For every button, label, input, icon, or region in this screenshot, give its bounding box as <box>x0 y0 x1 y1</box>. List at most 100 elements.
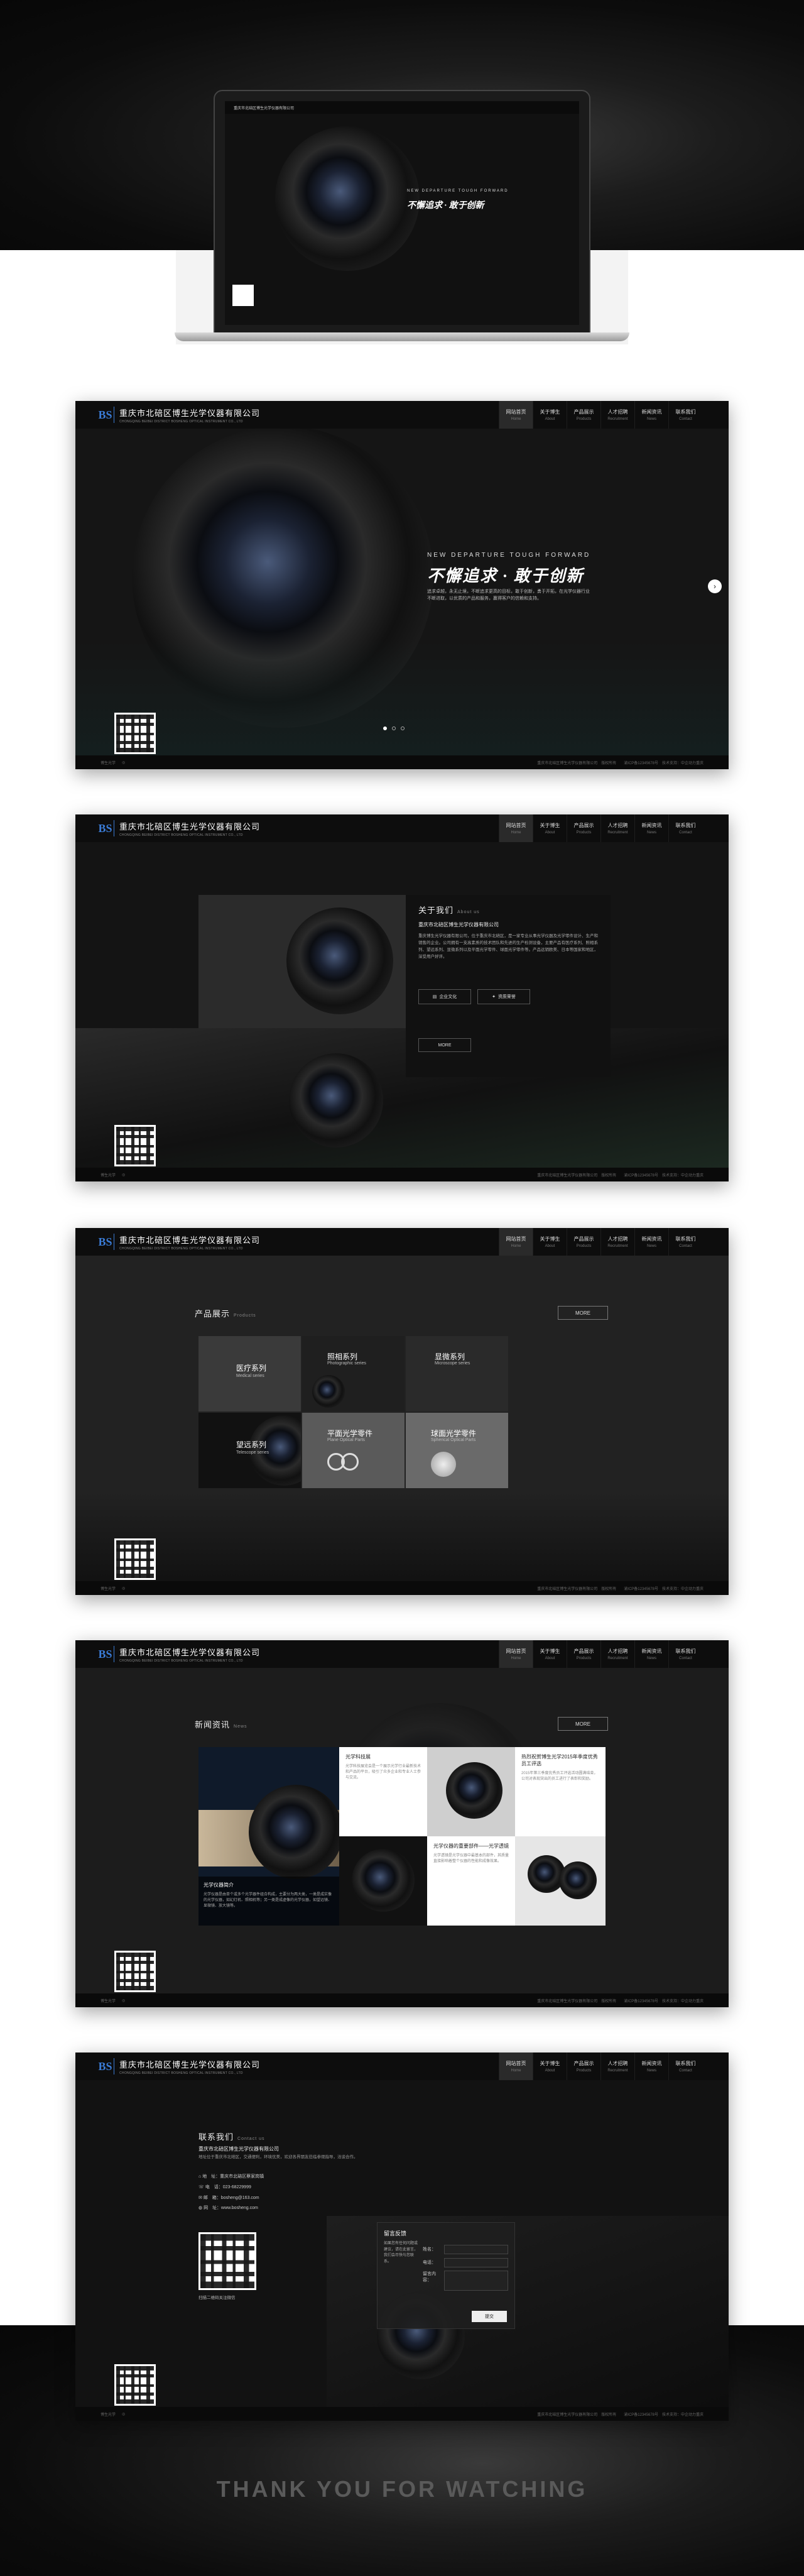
nav-contact[interactable]: 联系我们 Contact <box>668 1228 702 1256</box>
news-item[interactable]: 光学科技展 光学科技展览会是一个展示光学行业最新技术和产品的平台，吸引了众多企业… <box>339 1747 427 1836</box>
hero-bottom-shade <box>75 640 729 769</box>
nav-label-en: Contact <box>679 831 692 835</box>
nav-label: 新闻资讯 <box>641 409 662 415</box>
wechat-icon[interactable]: ◎ <box>122 1173 125 1177</box>
nav-news[interactable]: 新闻资讯 News <box>634 1640 668 1668</box>
phone-input[interactable] <box>444 2257 508 2267</box>
laptop-hero-slogan: 不懈追求 · 敢于创新 <box>407 201 484 211</box>
nav-label-en: Recruitment <box>607 831 628 835</box>
nav-news[interactable]: 新闻资讯 News <box>634 1228 668 1256</box>
nav-recruitment[interactable]: 人才招聘 Recruitment <box>600 1640 634 1668</box>
footer-left: 博生光学 <box>100 1587 116 1591</box>
site-header: BS 重庆市北碚区博生光学仪器有限公司 CHONGQING BEIBEI DIS… <box>75 1228 729 1256</box>
laptop-hero-tagline: NEW DEPARTURE TOUGH FORWARD <box>407 189 509 193</box>
nav-contact[interactable]: 联系我们 Contact <box>668 401 702 429</box>
news-section: BS 重庆市北碚区博生光学仪器有限公司 CHONGQING BEIBEI DIS… <box>75 1640 729 2007</box>
site-header: BS 重庆市北碚区博生光学仪器有限公司 CHONGQING BEIBEI DIS… <box>75 1640 729 1668</box>
name-input[interactable] <box>444 2244 508 2254</box>
news-image-binoculars <box>515 1836 606 1926</box>
news-item-text: 光学科技展览会是一个展示光学行业最新技术和产品的平台，吸引了众多企业和专业人士参… <box>345 1765 421 1780</box>
nav-recruitment[interactable]: 人才招聘 Recruitment <box>600 401 634 429</box>
slider-dot[interactable] <box>401 726 405 730</box>
nav-label: 产品展示 <box>573 2061 594 2066</box>
culture-button-label: 企业文化 <box>439 995 457 999</box>
site-footer: 博生光学 ◎ 重庆市北碚区博生光学仪器有限公司 版权所有 渝ICP备123456… <box>75 1581 729 1595</box>
nav-contact[interactable]: 联系我们 Contact <box>668 1640 702 1668</box>
nav-home[interactable]: 网站首页 Home <box>499 401 533 429</box>
nav-news[interactable]: 新闻资讯 News <box>634 401 668 429</box>
hero-tagline: NEW DEPARTURE TOUGH FORWARD <box>427 552 591 559</box>
nav-contact[interactable]: 联系我们 Contact <box>668 2053 702 2080</box>
news-more-button[interactable]: MORE <box>558 1717 608 1731</box>
about-more-button[interactable]: MORE <box>418 1038 471 1052</box>
nav-recruitment[interactable]: 人才招聘 Recruitment <box>600 814 634 842</box>
presentation-page: 重庆市北碚区博生光学仪器有限公司 NEW DEPARTURE TOUGH FOR… <box>0 0 804 2576</box>
nav-products[interactable]: 产品展示 Products <box>567 1640 600 1668</box>
nav-label-en: Contact <box>679 1244 692 1248</box>
nav-news[interactable]: 新闻资讯 News <box>634 2053 668 2080</box>
nav-home[interactable]: 网站首页 Home <box>499 2053 533 2080</box>
product-medical[interactable]: 医疗系列 Medical series <box>198 1336 301 1411</box>
nav-home[interactable]: 网站首页 Home <box>499 1228 533 1256</box>
honor-button[interactable]: ✦ 资质荣誉 <box>477 989 530 1004</box>
nav-label-en: Home <box>511 2069 521 2073</box>
products-section: BS 重庆市北碚区博生光学仪器有限公司 CHONGQING BEIBEI DIS… <box>75 1228 729 1595</box>
product-title: 平面光学零件 <box>327 1429 373 1438</box>
nav-label: 网站首页 <box>506 1236 526 1242</box>
wechat-icon[interactable]: ◎ <box>122 1586 125 1591</box>
nav-about[interactable]: 关于博生 About <box>533 814 567 842</box>
slider-dot[interactable] <box>392 726 396 730</box>
nav-products[interactable]: 产品展示 Products <box>567 401 600 429</box>
nav-label-en: Home <box>511 1244 521 1248</box>
contact-address: ⌂ 地 址：重庆市北碚区蔡家岗镇 <box>198 2172 264 2183</box>
nav-about[interactable]: 关于博生 About <box>533 1228 567 1256</box>
contact-info: ⌂ 地 址：重庆市北碚区蔡家岗镇 ☏ 电 话：023-68229999 ✉ 邮 … <box>198 2172 264 2214</box>
nav-home[interactable]: 网站首页 Home <box>499 1640 533 1668</box>
product-photographic[interactable]: 照相系列 Photographic series <box>302 1336 405 1411</box>
nav-label-en: Recruitment <box>607 1244 628 1248</box>
company-name: 重庆市北碚区博生光学仪器有限公司 <box>119 408 261 418</box>
product-microscope[interactable]: 显微系列 Microscope series <box>406 1336 508 1411</box>
nav-about[interactable]: 关于博生 About <box>533 401 567 429</box>
slider-dot-active[interactable] <box>383 726 387 730</box>
nav-home[interactable]: 网站首页 Home <box>499 814 533 842</box>
laptop-frame: 重庆市北碚区博生光学仪器有限公司 NEW DEPARTURE TOUGH FOR… <box>214 90 590 334</box>
product-plane-optical[interactable]: 平面光学零件 Plane Optical Parts <box>302 1413 405 1488</box>
news-item[interactable]: 光学仪器的重要部件——光学透镜 光学透镜是光学仪器中最基本的部件，其质量直接影响… <box>427 1836 515 1926</box>
nav-label: 关于博生 <box>540 2061 560 2066</box>
nav-news[interactable]: 新闻资讯 News <box>634 814 668 842</box>
nav-label-en: Contact <box>679 1657 692 1660</box>
nav-about[interactable]: 关于博生 About <box>533 1640 567 1668</box>
laptop-screen: 重庆市北碚区博生光学仪器有限公司 NEW DEPARTURE TOUGH FOR… <box>225 101 579 325</box>
slider-next-arrow-icon[interactable]: › <box>708 579 722 593</box>
nav-recruitment[interactable]: 人才招聘 Recruitment <box>600 1228 634 1256</box>
site-header: BS 重庆市北碚区博生光学仪器有限公司 CHONGQING BEIBEI DIS… <box>75 814 729 842</box>
wechat-icon[interactable]: ◎ <box>122 2412 125 2416</box>
news-item[interactable]: 热烈祝贺博生光学2015年季度优秀员工评选 2015年第三季度优秀员工评选活动圆… <box>515 1747 606 1836</box>
nav-label-en: About <box>545 831 555 835</box>
message-input[interactable] <box>444 2271 508 2291</box>
submit-button[interactable]: 提交 <box>472 2311 507 2322</box>
product-subtitle: Telescope series <box>236 1450 269 1455</box>
wechat-icon[interactable]: ◎ <box>122 1998 125 2003</box>
product-telescope[interactable]: 望远系列 Telescope series <box>198 1413 301 1488</box>
nav-recruitment[interactable]: 人才招聘 Recruitment <box>600 2053 634 2080</box>
product-title: 照相系列 <box>327 1352 358 1361</box>
products-title: 产品展示 Products <box>195 1307 256 1319</box>
nav-contact[interactable]: 联系我们 Contact <box>668 814 702 842</box>
news-title: 新闻资讯 News <box>195 1718 247 1730</box>
laptop-screen-header: 重庆市北碚区博生光学仪器有限公司 <box>225 101 579 114</box>
nav-about[interactable]: 关于博生 About <box>533 2053 567 2080</box>
about-title: 关于我们 About us <box>418 904 480 916</box>
news-feature[interactable]: 光学仪器简介 光学仪器是由单个或多个光学器件组合构成，主要分为两大类，一类是成实… <box>198 1747 339 1926</box>
products-more-button[interactable]: MORE <box>558 1306 608 1320</box>
company-logo-icon: BS <box>98 1234 114 1250</box>
wechat-icon[interactable]: ◎ <box>122 760 125 765</box>
nav-products[interactable]: 产品展示 Products <box>567 1228 600 1256</box>
nav-products[interactable]: 产品展示 Products <box>567 2053 600 2080</box>
product-spherical-optical[interactable]: 球面光学零件 Spherical Optical Parts <box>406 1413 508 1488</box>
phone-row: 电话： <box>423 2257 508 2267</box>
culture-button[interactable]: ▤ 企业文化 <box>418 989 471 1004</box>
product-title: 望远系列 <box>236 1440 267 1449</box>
nav-products[interactable]: 产品展示 Products <box>567 814 600 842</box>
